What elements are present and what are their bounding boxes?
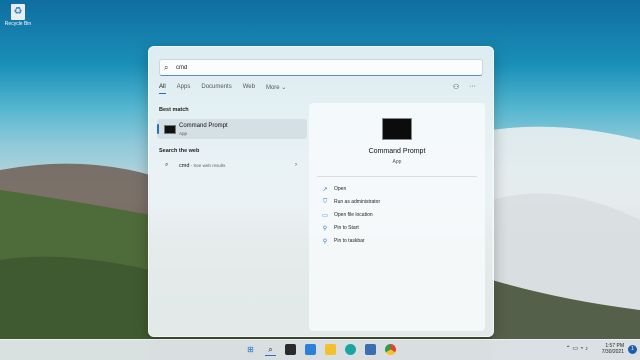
action-pin-to-start[interactable]: ⚲ Pin to Start [321, 223, 359, 233]
tab-all[interactable]: All [159, 84, 166, 94]
best-match-subtitle: App [179, 131, 188, 136]
search-box[interactable]: ⌕ [159, 59, 483, 76]
search-icon: ⌕ [165, 162, 169, 168]
action-open[interactable]: ↗ Open [321, 184, 346, 194]
notification-badge[interactable]: 1 [628, 345, 637, 354]
clock-date: 7/30/2021 [601, 349, 624, 355]
best-match-title: Command Prompt [179, 123, 228, 129]
filter-tabs: All Apps Documents Web More ⌄ [159, 84, 297, 94]
share-icon[interactable]: ⚇ [453, 83, 459, 91]
action-run-as-admin-label: Run as administrator [334, 199, 381, 205]
shield-icon: ⛉ [322, 198, 328, 205]
search-icon: ⌕ [164, 62, 169, 72]
web-query: cmd [179, 163, 190, 169]
search-web-heading: Search the web [159, 148, 200, 154]
folder-icon: ▭ [322, 212, 328, 219]
best-match-result[interactable]: Command Prompt App [157, 119, 307, 139]
clock[interactable]: 1:57 PM 7/30/2021 [602, 343, 624, 355]
action-open-file-location[interactable]: ▭ Open file location [321, 210, 373, 220]
recycle-bin-label: Recycle Bin [4, 21, 32, 27]
details-title: Command Prompt [368, 148, 426, 155]
pin-icon: ⚲ [322, 238, 328, 245]
web-suffix: - See web results [189, 163, 226, 168]
tab-apps[interactable]: Apps [177, 84, 191, 94]
command-prompt-large-icon [382, 118, 412, 140]
web-result[interactable]: ⌕ cmd - See web results › [157, 160, 307, 174]
action-open-file-location-label: Open file location [334, 212, 373, 218]
details-pane: Command Prompt App ↗ Open ⛉ Run as admin… [309, 103, 485, 331]
search-taskbar-icon[interactable]: ⌕ [265, 344, 276, 356]
best-match-heading: Best match [159, 107, 189, 113]
tab-more-label: More [265, 85, 280, 91]
action-pin-to-taskbar[interactable]: ⚲ Pin to taskbar [321, 236, 365, 246]
web-result-text: cmd - See web results [179, 163, 225, 169]
recycle-bin-icon: ♻ [11, 4, 25, 20]
chevron-down-icon: ⌄ [281, 85, 287, 91]
selection-indicator [157, 124, 159, 134]
widgets-icon[interactable] [305, 344, 316, 355]
tab-documents[interactable]: Documents [201, 84, 231, 94]
action-pin-to-taskbar-label: Pin to taskbar [334, 238, 365, 244]
file-explorer-icon[interactable] [325, 344, 336, 355]
pin-icon: ⚲ [322, 225, 328, 232]
recycle-bin[interactable]: ♻ Recycle Bin [4, 4, 32, 27]
action-pin-to-start-label: Pin to Start [334, 225, 359, 231]
edge-icon[interactable] [345, 344, 356, 355]
details-subtitle: App [392, 159, 402, 165]
more-options-icon[interactable]: ··· [469, 83, 476, 90]
start-icon[interactable]: ⊞ [245, 344, 256, 355]
search-input[interactable] [176, 64, 456, 71]
chevron-right-icon: › [295, 162, 297, 168]
taskbar: ⊞ ⌕ ⌃ ▭ ◔ ♪ 1:57 PM 7/30/2021 1 [0, 339, 640, 360]
divider [317, 176, 477, 177]
command-prompt-icon [164, 125, 176, 134]
tab-web[interactable]: Web [243, 84, 255, 94]
action-run-as-admin[interactable]: ⛉ Run as administrator [321, 197, 380, 207]
search-panel: ⌕ All Apps Documents Web More ⌄ ⚇ ··· Be… [148, 46, 494, 337]
open-icon: ↗ [322, 186, 328, 193]
task-view-icon[interactable] [285, 344, 296, 355]
chrome-icon[interactable] [385, 344, 396, 355]
tab-more[interactable]: More ⌄ [266, 84, 286, 94]
store-icon[interactable] [365, 344, 376, 355]
system-tray[interactable]: ⌃ ▭ ◔ ♪ [566, 345, 588, 352]
action-open-label: Open [334, 186, 347, 192]
